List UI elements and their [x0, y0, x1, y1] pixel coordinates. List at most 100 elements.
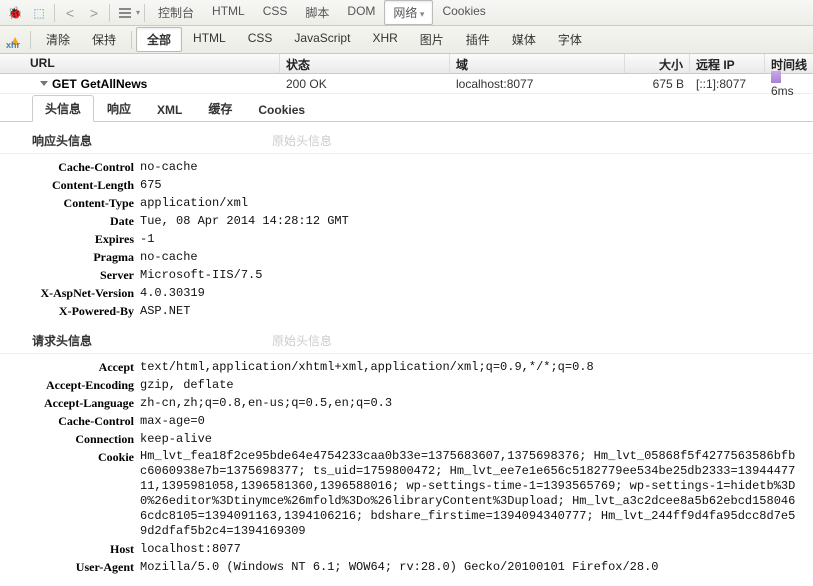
header-row: Content-Typeapplication/xml [0, 194, 813, 212]
header-value: ASP.NET [140, 303, 813, 319]
http-method: GET [52, 77, 77, 91]
detail-tabs: 头信息响应XML缓存Cookies [0, 94, 813, 122]
header-row: Accept-Encodinggzip, deflate [0, 376, 813, 394]
header-value: localhost:8077 [140, 541, 813, 557]
header-row: Expires-1 [0, 230, 813, 248]
ip-cell: [::1]:8077 [690, 75, 765, 93]
xhr-spy-icon[interactable]: ▲xhr [4, 32, 26, 48]
panel-tab-脚本[interactable]: 脚本 [296, 0, 338, 25]
filter-CSS[interactable]: CSS [237, 27, 284, 52]
header-value: no-cache [140, 249, 813, 265]
response-headers-title: 响应头信息 原始头信息 [0, 126, 813, 154]
raw-headers-link[interactable]: 原始头信息 [272, 132, 332, 149]
header-value: 675 [140, 177, 813, 193]
header-value: application/xml [140, 195, 813, 211]
header-value: Mozilla/5.0 (Windows NT 6.1; WOW64; rv:2… [140, 559, 813, 575]
header-row: Accept-Languagezh-cn,zh;q=0.8,en-us;q=0.… [0, 394, 813, 412]
panel-tab-网络[interactable]: 网络 [384, 0, 433, 25]
header-name: Content-Type [0, 195, 140, 211]
separator [144, 4, 145, 22]
header-name: X-AspNet-Version [0, 285, 140, 301]
header-name: Content-Length [0, 177, 140, 193]
detail-tab-XML[interactable]: XML [144, 98, 195, 122]
dropdown-icon[interactable]: ▾ [136, 8, 140, 17]
header-name: Cache-Control [0, 159, 140, 175]
header-value: max-age=0 [140, 413, 813, 429]
panel-tab-CSS[interactable]: CSS [254, 0, 297, 25]
filter-字体[interactable]: 字体 [547, 27, 593, 52]
menu-icon[interactable] [114, 3, 136, 23]
separator [30, 31, 31, 49]
col-ip[interactable]: 远程 IP [690, 54, 765, 73]
col-domain[interactable]: 域 [450, 54, 625, 73]
header-name: Accept-Language [0, 395, 140, 411]
header-value: Hm_lvt_fea18f2ce95bde64e4754233caa0b33e=… [140, 449, 813, 539]
header-row: CookieHm_lvt_fea18f2ce95bde64e4754233caa… [0, 448, 813, 540]
main-toolbar: 🐞 ⬚ < > ▾ 控制台HTMLCSS脚本DOM网络Cookies [0, 0, 813, 26]
request-row[interactable]: GET GetAllNews 200 OK localhost:8077 675… [0, 74, 813, 94]
action-保持[interactable]: 保持 [81, 27, 127, 52]
header-row: Hostlocalhost:8077 [0, 540, 813, 558]
raw-headers-link[interactable]: 原始头信息 [272, 332, 332, 349]
firebug-icon[interactable]: 🐞 [4, 3, 26, 23]
header-name: Expires [0, 231, 140, 247]
col-status[interactable]: 状态 [280, 54, 450, 73]
filter-JavaScript[interactable]: JavaScript [283, 27, 361, 52]
col-url[interactable]: URL [0, 54, 280, 73]
header-name: Server [0, 267, 140, 283]
header-row: Pragmano-cache [0, 248, 813, 266]
header-row: ServerMicrosoft-IIS/7.5 [0, 266, 813, 284]
header-name: Cookie [0, 449, 140, 539]
header-row: User-AgentMozilla/5.0 (Windows NT 6.1; W… [0, 558, 813, 576]
filter-媒体[interactable]: 媒体 [501, 27, 547, 52]
header-row: X-Powered-ByASP.NET [0, 302, 813, 320]
header-row: X-AspNet-Version4.0.30319 [0, 284, 813, 302]
headers-panel: 响应头信息 原始头信息 Cache-Controlno-cacheContent… [0, 122, 813, 586]
header-value: keep-alive [140, 431, 813, 447]
panel-tab-Cookies[interactable]: Cookies [433, 0, 494, 25]
status-cell: 200 OK [280, 75, 450, 93]
detail-tab-Cookies[interactable]: Cookies [245, 98, 318, 122]
forward-icon[interactable]: > [83, 3, 105, 23]
header-name: Connection [0, 431, 140, 447]
inspect-icon[interactable]: ⬚ [28, 3, 50, 23]
filter-图片[interactable]: 图片 [409, 27, 455, 52]
header-value: Tue, 08 Apr 2014 14:28:12 GMT [140, 213, 813, 229]
header-name: Pragma [0, 249, 140, 265]
header-value: 4.0.30319 [140, 285, 813, 301]
header-name: User-Agent [0, 559, 140, 575]
panel-tab-控制台[interactable]: 控制台 [149, 0, 203, 25]
header-name: X-Powered-By [0, 303, 140, 319]
grid-header: URL 状态 域 大小 远程 IP 时间线 [0, 54, 813, 74]
detail-tab-缓存[interactable]: 缓存 [195, 95, 245, 122]
timeline-bar [771, 71, 781, 83]
timeline-cell: 6ms [765, 68, 813, 100]
header-name: Date [0, 213, 140, 229]
time-label: 6ms [771, 84, 794, 98]
request-headers-title: 请求头信息 原始头信息 [0, 326, 813, 354]
back-icon[interactable]: < [59, 3, 81, 23]
filter-toolbar: ▲xhr 清除保持 全部HTMLCSSJavaScriptXHR图片插件媒体字体 [0, 26, 813, 54]
filter-插件[interactable]: 插件 [455, 27, 501, 52]
detail-tab-响应[interactable]: 响应 [94, 95, 144, 122]
header-name: Accept [0, 359, 140, 375]
size-cell: 675 B [625, 75, 690, 93]
panel-tab-DOM[interactable]: DOM [338, 0, 384, 25]
separator [109, 4, 110, 22]
header-value: -1 [140, 231, 813, 247]
header-row: DateTue, 08 Apr 2014 14:28:12 GMT [0, 212, 813, 230]
header-value: text/html,application/xhtml+xml,applicat… [140, 359, 813, 375]
separator [131, 31, 132, 49]
expand-icon[interactable] [40, 81, 48, 86]
header-name: Accept-Encoding [0, 377, 140, 393]
panel-tab-HTML[interactable]: HTML [203, 0, 254, 25]
detail-tab-头信息[interactable]: 头信息 [32, 95, 94, 122]
action-清除[interactable]: 清除 [35, 27, 81, 52]
filter-HTML[interactable]: HTML [182, 27, 237, 52]
col-size[interactable]: 大小 [625, 54, 690, 73]
header-value: no-cache [140, 159, 813, 175]
filter-全部[interactable]: 全部 [136, 27, 182, 52]
filter-XHR[interactable]: XHR [361, 27, 408, 52]
request-name: GetAllNews [81, 77, 148, 91]
header-name: Host [0, 541, 140, 557]
